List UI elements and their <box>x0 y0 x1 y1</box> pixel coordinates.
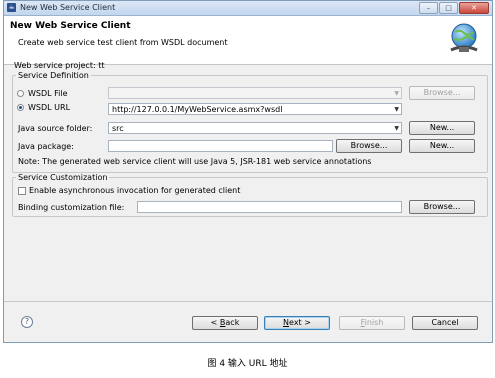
help-icon[interactable]: ? <box>21 316 33 328</box>
wsdl-url-radio[interactable] <box>17 104 24 111</box>
new-package-button[interactable]: New... <box>409 139 475 153</box>
title-bar: ☕ New Web Service Client – □ ✕ <box>4 1 492 16</box>
web-service-globe-icon <box>450 23 478 52</box>
wsdl-url-combo[interactable]: http://127.0.0.1/MyWebService.asmx?wsdl … <box>108 103 402 115</box>
project-label: Web service project: tt <box>14 61 105 70</box>
java-package-label: Java package: <box>18 142 74 151</box>
wizard-banner: New Web Service Client Create web servic… <box>4 16 492 65</box>
java-package-input[interactable] <box>108 140 333 152</box>
window-title: New Web Service Client <box>20 3 116 12</box>
service-definition-legend: Service Definition <box>18 71 89 80</box>
wsdl-file-label: WSDL File <box>28 89 68 98</box>
new-web-service-client-dialog: ☕ New Web Service Client – □ ✕ New Web S… <box>3 0 493 343</box>
async-invocation-checkbox[interactable] <box>18 187 26 195</box>
cancel-button[interactable]: Cancel <box>412 316 478 330</box>
java5-note: Note: The generated web service client w… <box>18 157 372 166</box>
close-button[interactable]: ✕ <box>459 2 489 14</box>
java-source-folder-label: Java source folder: <box>18 124 93 133</box>
binding-customization-label: Binding customization file: <box>18 203 125 212</box>
wsdl-file-combo[interactable]: ▼ <box>108 87 402 99</box>
new-source-folder-button[interactable]: New... <box>409 121 475 135</box>
async-invocation-label: Enable asynchronous invocation for gener… <box>29 186 241 195</box>
app-icon: ☕ <box>7 3 16 12</box>
wsdl-file-browse-button[interactable]: Browse... <box>409 86 475 100</box>
banner-title: New Web Service Client <box>10 21 131 31</box>
chevron-down-icon: ▼ <box>394 106 399 113</box>
wsdl-url-label: WSDL URL <box>28 103 71 112</box>
chevron-down-icon: ▼ <box>394 90 399 97</box>
package-browse-button[interactable]: Browse... <box>336 139 402 153</box>
next-button[interactable]: Next > <box>264 316 330 330</box>
finish-button[interactable]: Finish <box>339 316 405 330</box>
back-button[interactable]: < Back <box>192 316 258 330</box>
minimize-button[interactable]: – <box>419 2 438 14</box>
maximize-button[interactable]: □ <box>439 2 458 14</box>
java-source-folder-combo[interactable]: src ▼ <box>108 122 402 134</box>
binding-customization-input[interactable] <box>137 201 402 213</box>
service-customization-legend: Service Customization <box>18 173 108 182</box>
binding-browse-button[interactable]: Browse... <box>409 200 475 214</box>
wsdl-file-radio[interactable] <box>17 90 24 97</box>
window-controls: – □ ✕ <box>418 2 489 14</box>
footer-separator <box>4 301 492 302</box>
figure-caption: 图 4 输入 URL 地址 <box>207 359 288 369</box>
chevron-down-icon: ▼ <box>394 125 399 132</box>
banner-description: Create web service test client from WSDL… <box>18 38 228 47</box>
